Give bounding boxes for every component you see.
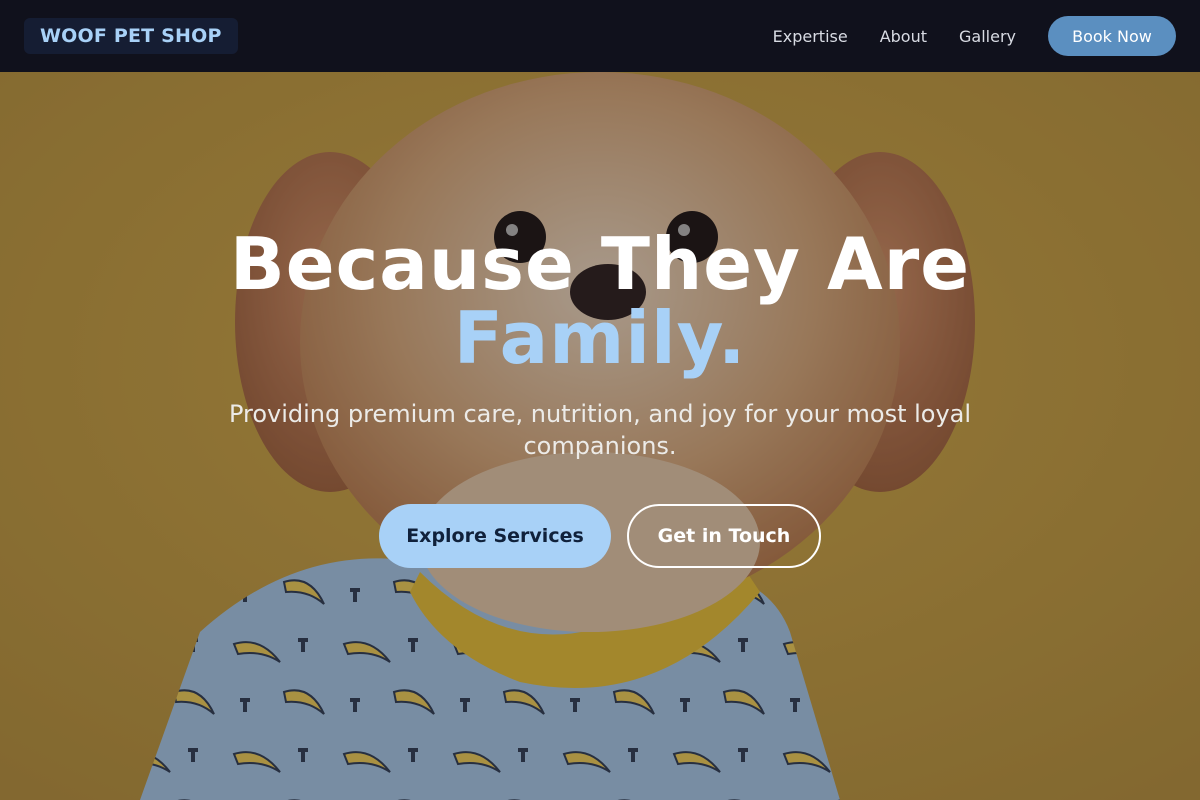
nav-links: Expertise About Gallery [773,27,1016,46]
get-in-touch-button[interactable]: Get in Touch [627,504,821,568]
nav-link-about[interactable]: About [880,27,927,46]
hero-headline-accent: Family. [453,296,747,380]
brand-logo[interactable]: WOOF PET SHOP [24,18,238,54]
book-now-button[interactable]: Book Now [1048,16,1176,56]
explore-services-button[interactable]: Explore Services [379,504,611,568]
hero-section: Because They Are Family. Providing premi… [0,72,1200,800]
hero-headline: Because They Are [229,222,971,306]
top-navbar: WOOF PET SHOP Expertise About Gallery Bo… [0,0,1200,72]
hero-content: Because They Are Family. Providing premi… [0,72,1200,800]
hero-subtitle: Providing premium care, nutrition, and j… [228,400,972,460]
nav-link-gallery[interactable]: Gallery [959,27,1016,46]
nav-link-expertise[interactable]: Expertise [773,27,848,46]
